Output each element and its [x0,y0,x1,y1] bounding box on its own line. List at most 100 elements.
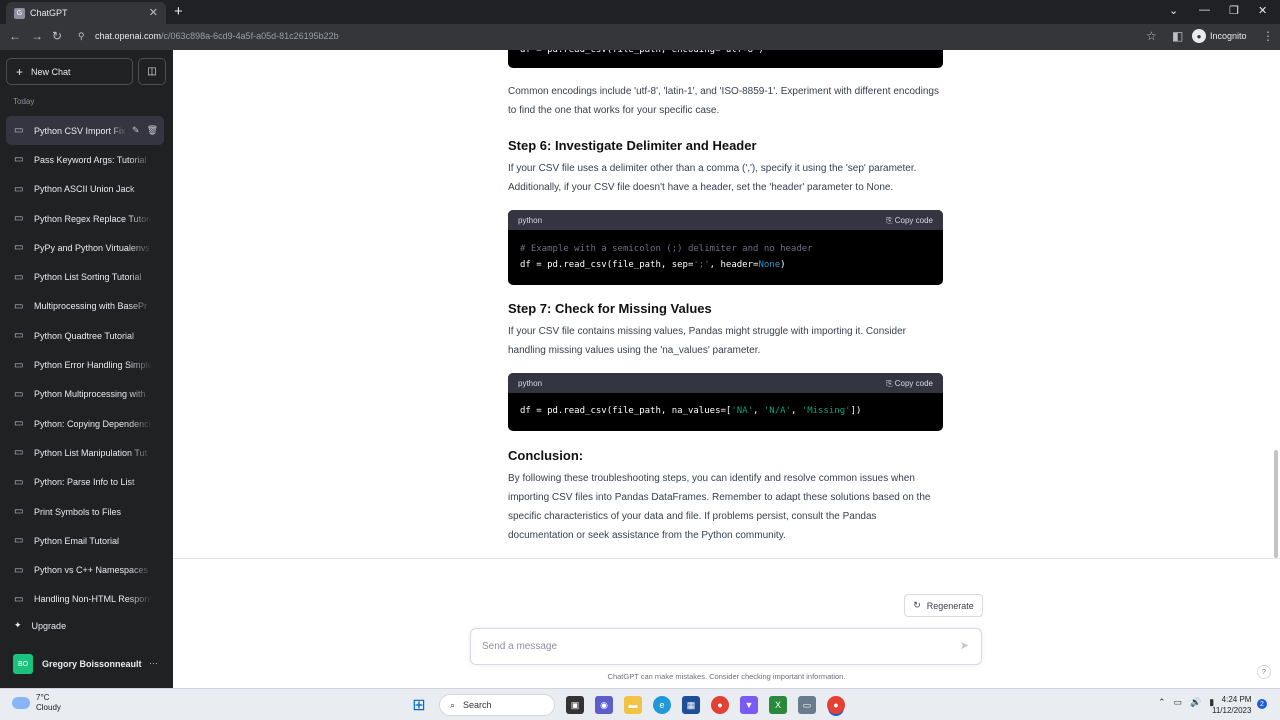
chat-item[interactable]: ▭ Python List Sorting Tutorial [6,262,164,291]
close-tab-icon[interactable]: ✕ [149,6,158,19]
url-host: chat.openai.com [95,31,162,41]
bookmark-star-icon[interactable]: ☆ [1146,29,1157,43]
code-keyword: None [758,260,781,270]
browser-menu-icon[interactable]: ⋮ [1262,29,1274,43]
delete-icon[interactable]: 🗑 [147,125,158,136]
chat-bubble-icon: ▭ [14,154,24,166]
url-field[interactable]: chat.openai.com/c/063c898a-6cd9-4a5f-a05… [95,31,339,41]
close-sidebar-button[interactable]: ◫ [138,58,166,85]
chat-bubble-icon: ▭ [14,242,24,254]
code-comment: # Example with a semicolon (;) delimiter… [520,244,813,254]
incognito-indicator[interactable]: ● Incognito [1192,29,1247,43]
os-taskbar: 7°C Cloudy ⊞ ⌕ Search ▣ ◉ ▬ e ▦ ● ▼ X ▭ ●… [0,688,1280,720]
browser-tab[interactable]: G ChatGPT ✕ [6,2,166,24]
chat-item[interactable]: ▭ Python: Parse Info to List [6,468,164,497]
forward-icon[interactable]: → [31,29,43,43]
heading-conclusion: Conclusion: [508,448,584,463]
chat-item[interactable]: ▭ Handling Non-HTML Responses [6,585,164,614]
chrome-active-icon[interactable]: ● [827,696,845,714]
remote-desktop-icon[interactable]: ▭ [798,696,816,714]
chat-item[interactable]: ▭ Python Regex Replace Tutorial [6,204,164,233]
chat-item[interactable]: ▭ Python CSV Import Fix ✎ 🗑 [6,116,164,146]
chat-item[interactable]: ▭ Multiprocessing with BasePr [6,292,164,321]
code-block: df = pd.read_csv(file_path, encoding='ut… [508,50,943,68]
chat-item-label: Python vs C++ Namespaces [34,565,149,576]
tab-search-icon[interactable]: ⌄ [1169,4,1178,17]
notification-icon[interactable]: 2 [1257,699,1267,709]
chat-item[interactable]: ▭ Python vs C++ Namespaces [6,555,164,584]
chat-bubble-icon: ▭ [14,506,24,517]
windows-start-icon[interactable]: ⊞ [410,696,428,714]
chat-bubble-icon: ▭ [14,213,24,225]
incognito-label: Incognito [1210,31,1247,41]
volume-icon[interactable]: 🔊 [1190,697,1201,708]
chat-item[interactable]: ▭ PyPy and Python Virtualenvs [6,233,164,262]
code-string: 'NA' [731,406,754,416]
code-text: df = pd.read_csv(file_path, sep= [520,260,694,270]
chrome-icon[interactable]: ● [711,696,729,714]
chevron-up-icon[interactable]: ⌃ [1158,697,1166,708]
new-tab-button[interactable]: + [174,3,183,20]
restore-button[interactable]: ❐ [1229,4,1239,17]
new-chat-button[interactable]: + New Chat [6,58,133,85]
reload-icon[interactable]: ↻ [52,29,62,43]
chat-app-icon[interactable]: ◉ [595,696,613,714]
send-icon[interactable]: ➤ [960,639,969,652]
code-header: python ⎘ Copy code [508,373,943,393]
message-input[interactable]: Send a message ➤ [470,628,982,665]
user-name: Gregory Boissonneault [42,659,142,669]
code-string: 'Missing' [801,406,851,416]
taskbar-search[interactable]: ⌕ Search [439,694,555,716]
site-info-icon[interactable]: ⚲ [78,31,85,42]
message-placeholder: Send a message [482,641,558,652]
side-panel-icon[interactable]: ◧ [1172,29,1183,43]
regenerate-button[interactable]: ↻ Regenerate [904,594,983,617]
task-view-icon[interactable]: ▣ [566,696,584,714]
taskbar-clock[interactable]: 4:24 PM 11/12/2023 [1212,694,1251,716]
refresh-icon: ↻ [913,600,921,610]
user-menu[interactable]: BO Gregory Boissonneault [13,654,142,674]
help-icon[interactable]: ? [1257,665,1271,679]
incognito-icon: ● [1192,29,1206,43]
code-text: ]) [850,406,862,416]
chat-item[interactable]: ▭ Pass Keyword Args: Tutorial [6,145,164,174]
file-explorer-icon[interactable]: ▬ [624,696,642,714]
vpn-app-icon[interactable]: ▼ [740,696,758,714]
close-window-button[interactable]: ✕ [1258,4,1267,17]
chat-bubble-icon: ▭ [14,535,24,547]
edit-icon[interactable]: ✎ [132,125,140,136]
chat-item-label: Python Email Tutorial [34,535,120,546]
code-header: python ⎘ Copy code [508,210,943,230]
more-options-icon[interactable]: ··· [149,658,158,668]
scrollbar[interactable] [1274,450,1278,558]
heading-step-7: Step 7: Check for Missing Values [508,301,712,316]
chat-item[interactable]: ▭ Python ASCII Union Jack [6,175,164,204]
chat-item[interactable]: ▭ Python: Copying Dependencies [6,409,164,438]
chat-bubble-icon: ▭ [14,418,24,430]
chat-item[interactable]: ▭ Python Quadtree Tutorial [6,321,164,350]
minimize-button[interactable]: — [1199,4,1210,16]
edge-icon[interactable]: e [653,696,671,714]
chat-item[interactable]: ▭ Python Email Tutorial [6,526,164,555]
excel-icon[interactable]: X [769,696,787,714]
url-path: /c/063c898a-6cd9-4a5f-a05d-81c26195b22b [161,31,339,41]
weather-widget[interactable]: 7°C Cloudy [12,693,61,713]
weather-condition: Cloudy [36,703,61,712]
chat-item[interactable]: ▭ Python Error Handling Simple [6,350,164,379]
chat-item[interactable]: ▭ Python Multiprocessing with [6,380,164,409]
chat-item-label: Python Quadtree Tutorial [34,330,135,341]
upgrade-button[interactable]: ✦ Upgrade [14,620,66,631]
chat-bubble-icon: ▭ [14,388,24,400]
chat-item[interactable]: ▭ Print Symbols to Files [6,497,164,526]
store-icon[interactable]: ▦ [682,696,700,714]
system-tray: ⌃ ▭ 🔊 ▮ [1158,697,1214,708]
chat-item[interactable]: ▭ Python List Manipulation Tut [6,438,164,467]
network-icon[interactable]: ▭ [1174,697,1183,708]
copy-code-button[interactable]: ⎘ Copy code [886,374,933,393]
back-icon[interactable]: ← [9,29,21,43]
chat-item-label: Handling Non-HTML Responses [34,594,152,605]
sidebar: + New Chat ◫ Today ▭ Python CSV Import Fi… [0,50,173,688]
copy-code-button[interactable]: ⎘ Copy code [886,211,933,230]
sparkle-icon: ✦ [14,620,22,630]
taskbar-search-label: Search [463,700,492,710]
